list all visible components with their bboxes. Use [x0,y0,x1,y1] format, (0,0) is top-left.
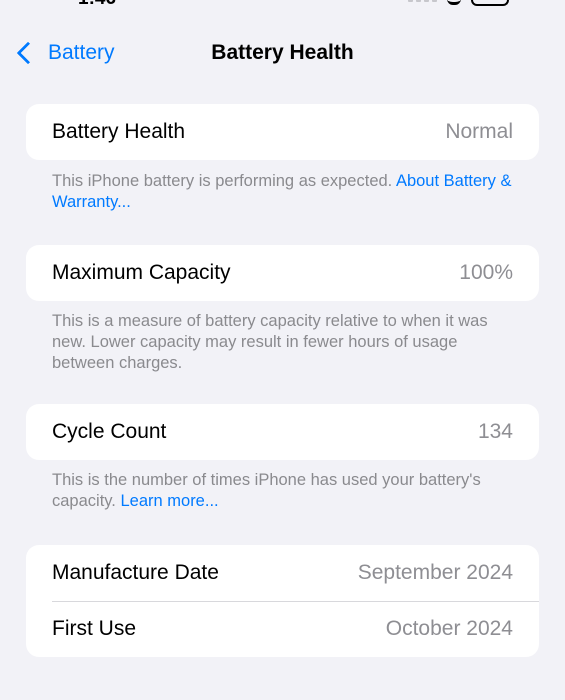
cycle-count-footnote: This is the number of times iPhone has u… [52,470,522,512]
cycle-count-row: Cycle Count 134 [26,404,539,460]
manufacture-date-label: Manufacture Date [52,561,219,584]
first-use-label: First Use [52,617,136,640]
maximum-capacity-label: Maximum Capacity [52,261,231,284]
maximum-capacity-value: 100% [459,261,513,284]
battery-health-card: Battery Health Normal [26,104,539,160]
cycle-count-footnote-text: This is the number of times iPhone has u… [52,471,481,510]
status-time: 1:46 [78,0,116,10]
page-title: Battery Health [211,41,354,64]
learn-more-link[interactable]: Learn more... [120,492,218,510]
battery-icon [471,0,509,6]
cycle-count-label: Cycle Count [52,420,167,443]
maximum-capacity-row: Maximum Capacity 100% [26,245,539,301]
first-use-row: First Use October 2024 [26,601,539,657]
navigation-bar: Battery Battery Health [0,36,565,70]
manufacture-date-row: Manufacture Date September 2024 [26,545,539,601]
battery-health-label: Battery Health [52,120,186,143]
dates-card: Manufacture Date September 2024 First Us… [26,545,539,657]
maximum-capacity-card: Maximum Capacity 100% [26,245,539,301]
cycle-count-card: Cycle Count 134 [26,404,539,460]
wifi-icon [447,0,461,5]
battery-health-value: Normal [445,120,513,143]
battery-health-row: Battery Health Normal [26,104,539,160]
cycle-count-value: 134 [477,420,513,443]
manufacture-date-value: September 2024 [357,561,513,584]
battery-health-footnote: This iPhone battery is performing as exp… [52,171,522,213]
status-bar: 1:46 [0,0,565,10]
first-use-value: October 2024 [385,617,513,640]
cellular-signal-icon [408,0,437,2]
battery-health-footnote-text: This iPhone battery is performing as exp… [52,172,396,190]
maximum-capacity-footnote: This is a measure of battery capacity re… [52,312,488,372]
status-icons [408,0,509,6]
